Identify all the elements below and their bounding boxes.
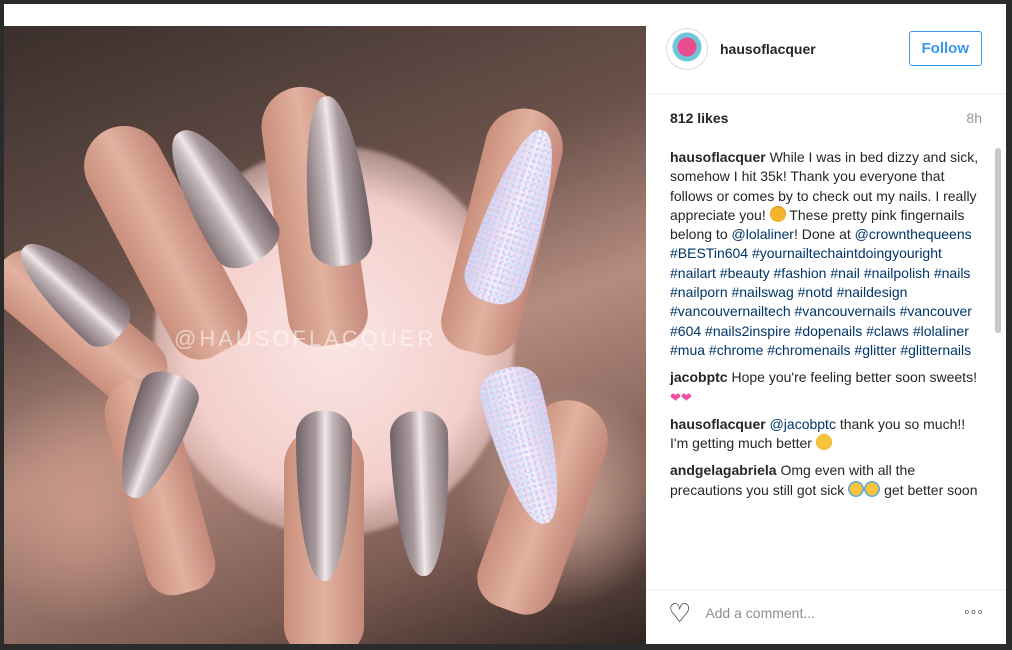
post-username[interactable]: hausoflacquer bbox=[720, 41, 897, 57]
comment-author[interactable]: andgelagabriela bbox=[670, 462, 777, 478]
smile-emoji-icon bbox=[815, 434, 832, 451]
comments-list: hausoflacquer While I was in bed dizzy a… bbox=[646, 148, 1006, 578]
comments-scrollbar[interactable] bbox=[995, 148, 1001, 578]
heart-outline-icon[interactable]: ♡ bbox=[668, 600, 691, 626]
comment-link[interactable]: @jacobptc bbox=[770, 416, 836, 432]
comment-link[interactable]: #yournailtechaintdoingyouright #nailart … bbox=[670, 245, 972, 357]
comment-item: jacobptc Hope you're feeling better soon… bbox=[670, 368, 980, 407]
follow-button[interactable]: Follow bbox=[908, 31, 982, 66]
heart-eyes-emoji-icon bbox=[769, 205, 786, 222]
comment-link[interactable]: @lolaliner bbox=[732, 226, 794, 242]
post-card: @HAUSOFLACQUER hausoflacquer Follow 812 … bbox=[4, 4, 1006, 644]
scrollbar-thumb[interactable] bbox=[995, 148, 1001, 333]
comment-item: hausoflacquer @jacobptc thank you so muc… bbox=[670, 415, 980, 454]
comment-text: Hope you're feeling better soon sweets! bbox=[727, 369, 977, 386]
comment-link[interactable]: #BESTin604 bbox=[670, 245, 748, 261]
likes-count[interactable]: 812 likes bbox=[670, 110, 728, 126]
post-sidebar: hausoflacquer Follow 812 likes 8h hausof… bbox=[646, 4, 1006, 644]
comment-text: ! Done at bbox=[793, 226, 855, 243]
post-time[interactable]: 8h bbox=[966, 110, 982, 126]
post-header: hausoflacquer Follow bbox=[646, 4, 1006, 94]
avatar[interactable] bbox=[666, 27, 708, 70]
hearts-emoji-icon: ❤❤ bbox=[670, 389, 692, 405]
post-meta: 812 likes 8h bbox=[646, 94, 1006, 136]
comment-text: get better soon bbox=[880, 481, 978, 498]
comment-author[interactable]: jacobptc bbox=[670, 369, 728, 385]
add-comment-input[interactable] bbox=[703, 603, 952, 622]
comment-link[interactable]: @crownthequeens bbox=[855, 226, 972, 242]
photo-watermark: @HAUSOFLACQUER bbox=[174, 326, 437, 351]
cry-emoji-icon bbox=[864, 480, 881, 497]
chrome-nail bbox=[389, 410, 453, 577]
cry-emoji-icon bbox=[848, 480, 865, 497]
more-options-icon[interactable]: ◦◦◦ bbox=[964, 604, 984, 622]
comment-author[interactable]: hausoflacquer bbox=[670, 149, 766, 165]
comment-item: hausoflacquer While I was in bed dizzy a… bbox=[670, 148, 980, 360]
comment-item: andgelagabriela Omg even with all the pr… bbox=[670, 461, 980, 500]
comment-footer: ♡ ◦◦◦ bbox=[646, 589, 1006, 635]
comment-author[interactable]: hausoflacquer bbox=[670, 416, 766, 432]
post-photo[interactable]: @HAUSOFLACQUER bbox=[4, 26, 646, 644]
